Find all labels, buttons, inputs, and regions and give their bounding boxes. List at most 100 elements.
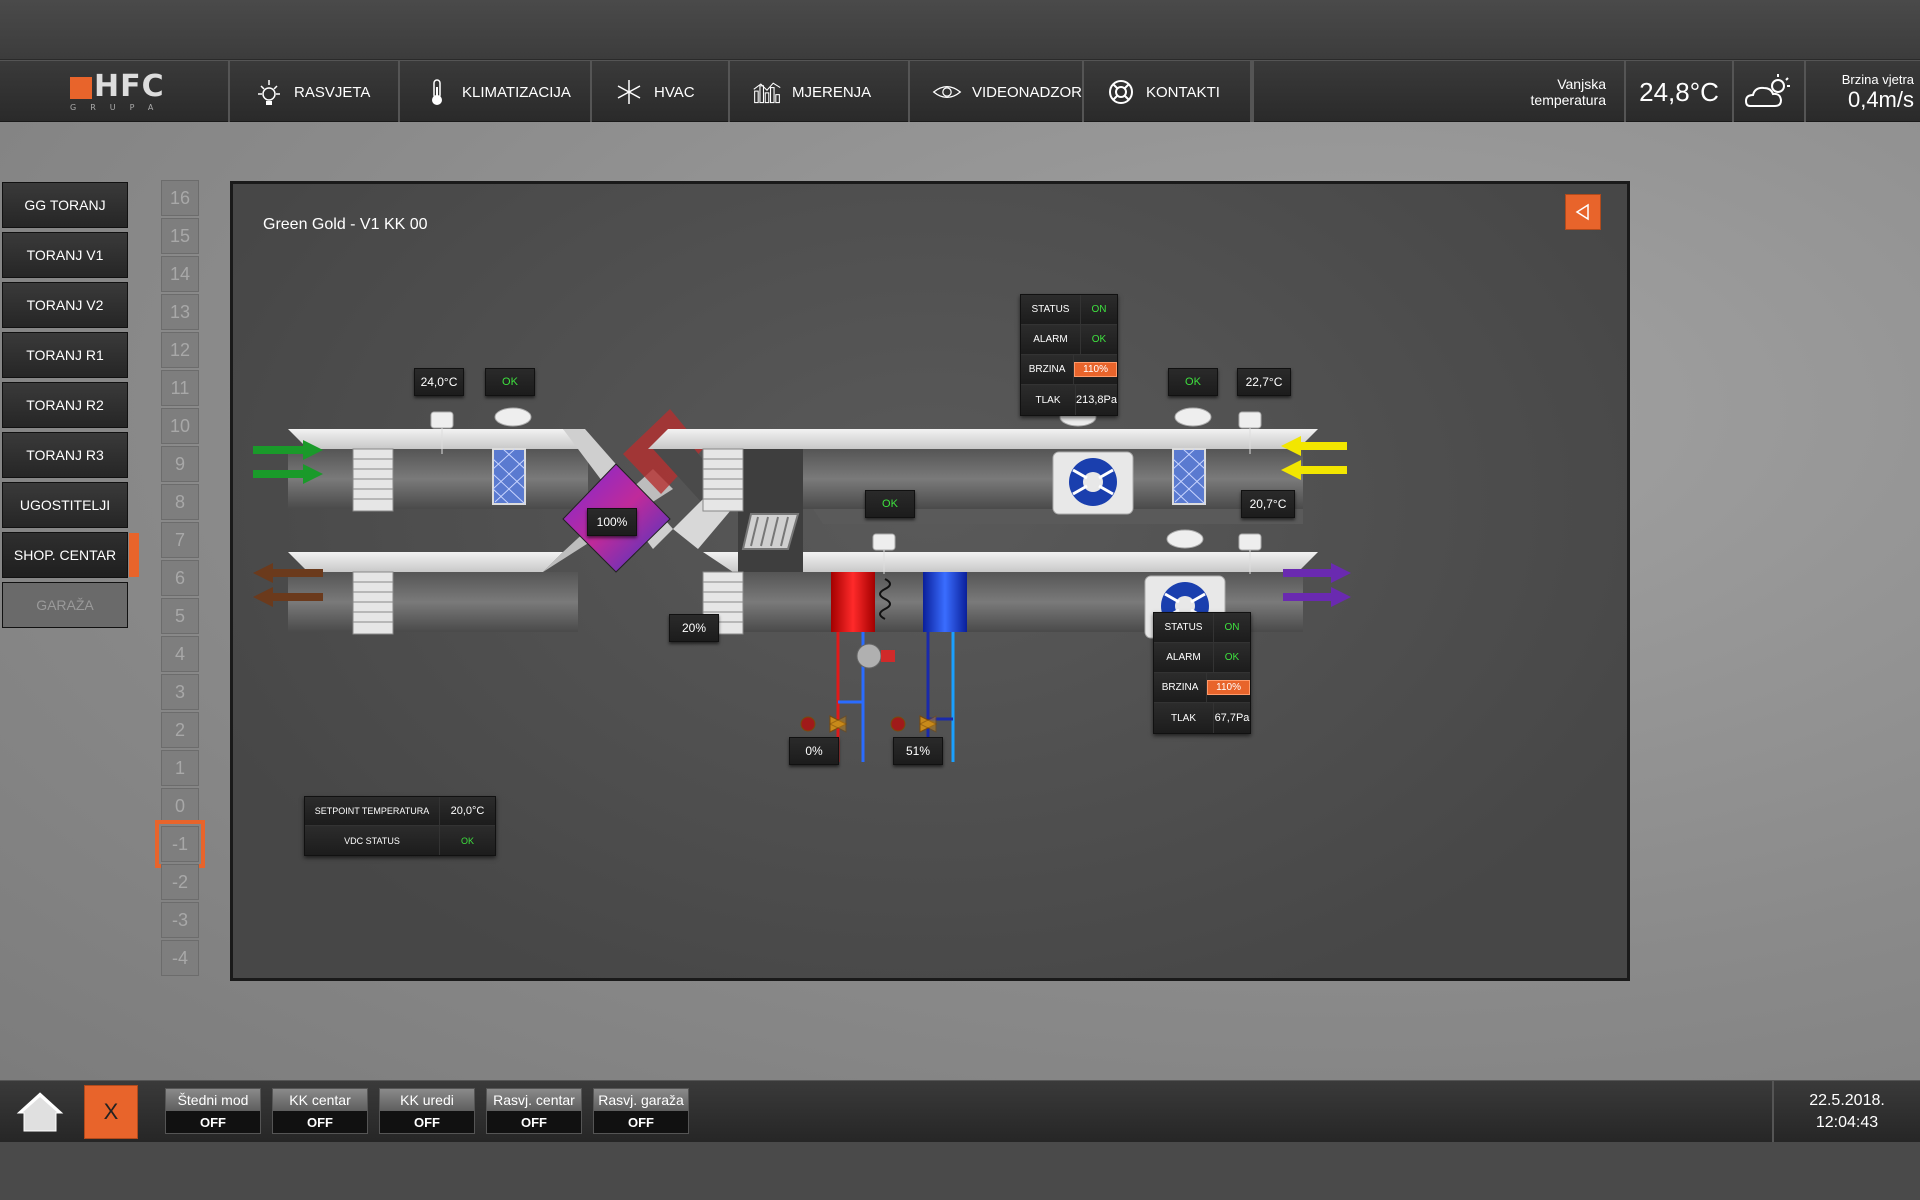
- supply-fan-status-table: STATUS ON ALARM OK BRZINA 110% TLAK 213,8Pa: [1020, 294, 1118, 416]
- nav-videonadzor[interactable]: VIDEONADZOR: [910, 61, 1084, 123]
- cooling-valve-value: 51%: [893, 737, 943, 765]
- nav-rasvjeta[interactable]: RASVJETA: [232, 61, 400, 123]
- time: 12:04:43: [1815, 1114, 1879, 1131]
- floor-15[interactable]: 15: [161, 218, 199, 254]
- return-fan-alarm: OK: [1214, 643, 1250, 672]
- floor-13[interactable]: 13: [161, 294, 199, 330]
- nav-label: MJERENJA: [792, 83, 872, 101]
- return-fan-status: ON: [1214, 613, 1250, 642]
- floor-minus-1[interactable]: -1: [155, 820, 205, 868]
- return-fan-status-table: STATUS ON ALARM OK BRZINA 110% TLAK 67,7Pa: [1153, 612, 1251, 734]
- supply-fan-pressure: 213,8Pa: [1076, 385, 1117, 415]
- floor-4[interactable]: 4: [161, 636, 199, 672]
- sidebar-item-ugostitelji[interactable]: UGOSTITELJI: [2, 482, 128, 528]
- filter-right-status: OK: [1168, 368, 1218, 396]
- floor-16[interactable]: 16: [161, 180, 199, 216]
- sidebar-item-toranj-r2[interactable]: TORANJ R2: [2, 382, 128, 428]
- filter-left: [492, 448, 526, 505]
- floor-2[interactable]: 2: [161, 712, 199, 748]
- bottom-strip: [0, 1142, 1920, 1200]
- bottom-bar: X Štedni mod OFF KK centar OFF KK uredi …: [0, 1080, 1920, 1143]
- outside-temp-sensor-value: 22,7°C: [1237, 368, 1291, 396]
- sidebar-item-toranj-r1[interactable]: TORANJ R1: [2, 332, 128, 378]
- sidebar-item-toranj-v1[interactable]: TORANJ V1: [2, 232, 128, 278]
- top-navigation: HFC GRUPA RASVJETA KLIMATIZACIJA HVAC MJ…: [0, 60, 1920, 135]
- return-fan-pressure: 67,7Pa: [1214, 703, 1250, 733]
- filter-right: [1172, 448, 1206, 505]
- logo-sub: GRUPA: [70, 103, 168, 112]
- duct-bottom-left: [288, 552, 563, 572]
- nav-label: VIDEONADZOR: [972, 83, 1083, 101]
- mode-kk-uredi[interactable]: KK uredi OFF: [379, 1088, 475, 1134]
- thermometer-icon: [422, 77, 452, 107]
- air-handling-unit-schematic: [253, 407, 1351, 762]
- bar-chart-icon: [752, 77, 782, 107]
- floor-8[interactable]: 8: [161, 484, 199, 520]
- hvac-schematic-panel: Green Gold - V1 KK 00 24,0°C OK OK 22,7°…: [230, 181, 1630, 981]
- floor-10[interactable]: 10: [161, 408, 199, 444]
- extract-temp-sensor-value: 20,7°C: [1241, 490, 1295, 518]
- sidebar-item-toranj-r3[interactable]: TORANJ R3: [2, 432, 128, 478]
- top-strip: [0, 0, 1920, 60]
- damper-left-bottom: [352, 571, 394, 635]
- mode-rasvj-centar[interactable]: Rasvj. centar OFF: [486, 1088, 582, 1134]
- supply-temp-sensor-value: 24,0°C: [414, 368, 464, 396]
- home-button[interactable]: [10, 1087, 70, 1137]
- damper-left-top: [352, 448, 394, 512]
- floor-minus-3[interactable]: -3: [161, 902, 199, 938]
- cloudy-sun-icon: [1734, 61, 1804, 123]
- pump: [856, 643, 895, 669]
- wind-speed-label: Brzina vjetra: [1841, 71, 1914, 87]
- sidebar-item-toranj-v2[interactable]: TORANJ V2: [2, 282, 128, 328]
- snowflake-sun-icon: [614, 77, 644, 107]
- heat-exchanger-value: 100%: [587, 508, 637, 536]
- vdc-status-value: OK: [440, 826, 495, 855]
- home-icon: [16, 1092, 64, 1132]
- outside-temperature-label: Vanjska temperatura: [1530, 76, 1606, 108]
- nav-klimatizacija[interactable]: KLIMATIZACIJA: [400, 61, 592, 135]
- floor-12[interactable]: 12: [161, 332, 199, 368]
- wind-speed: Brzina vjetra 0,4m/s: [1810, 61, 1914, 123]
- damper-right-top: [702, 448, 744, 512]
- mid-status: OK: [865, 490, 915, 518]
- nav-mjerenja[interactable]: MJERENJA: [730, 61, 910, 123]
- floor-7[interactable]: 7: [161, 522, 199, 558]
- nav-hvac[interactable]: HVAC: [592, 61, 730, 123]
- floor-5[interactable]: 5: [161, 598, 199, 634]
- return-fan-speed[interactable]: 110%: [1207, 680, 1250, 695]
- close-button[interactable]: X: [84, 1085, 138, 1139]
- nav-label: KONTAKTI: [1146, 83, 1220, 101]
- supply-fan: [1052, 451, 1134, 515]
- nav-label: KLIMATIZACIJA: [462, 83, 571, 101]
- nav-kontakti[interactable]: KONTAKTI: [1084, 61, 1252, 123]
- eye-icon: [932, 77, 962, 107]
- outside-temperature-value: 24,8°C: [1639, 76, 1719, 107]
- supply-fan-alarm: OK: [1081, 325, 1117, 354]
- floor-1[interactable]: 1: [161, 750, 199, 786]
- mode-rasvj-garaza[interactable]: Rasvj. garaža OFF: [593, 1088, 689, 1134]
- cooling-coil: [923, 572, 967, 632]
- floor-6[interactable]: 6: [161, 560, 199, 596]
- floor-9[interactable]: 9: [161, 446, 199, 482]
- supply-fan-speed[interactable]: 110%: [1074, 362, 1117, 377]
- supply-fan-status: ON: [1081, 295, 1117, 324]
- sidebar-item-shop-centar[interactable]: SHOP. CENTAR: [2, 532, 139, 578]
- floor-3[interactable]: 3: [161, 674, 199, 710]
- floor-14[interactable]: 14: [161, 256, 199, 292]
- date: 22.5.2018.: [1809, 1092, 1885, 1109]
- mode-stedni[interactable]: Štedni mod OFF: [165, 1088, 261, 1134]
- active-marker: [129, 533, 139, 577]
- sidebar-item-gg-toranj[interactable]: GG TORANJ: [2, 182, 128, 228]
- hfc-logo[interactable]: HFC GRUPA: [0, 61, 230, 123]
- floor-minus-2[interactable]: -2: [161, 864, 199, 900]
- nav-label: RASVJETA: [294, 83, 371, 101]
- mix-damper-value: 20%: [669, 614, 719, 642]
- floor-0[interactable]: 0: [161, 788, 199, 824]
- heating-coil: [831, 572, 875, 632]
- floor-minus-4[interactable]: -4: [161, 940, 199, 976]
- floor-11[interactable]: 11: [161, 370, 199, 406]
- floor-selector: 16 15 14 13 12 11 10 9 8 7 6 5 4 3 2 1 0…: [155, 180, 205, 980]
- mode-kk-centar[interactable]: KK centar OFF: [272, 1088, 368, 1134]
- valves: [800, 715, 938, 733]
- setpoint-temperature-value[interactable]: 20,0°C: [440, 797, 495, 825]
